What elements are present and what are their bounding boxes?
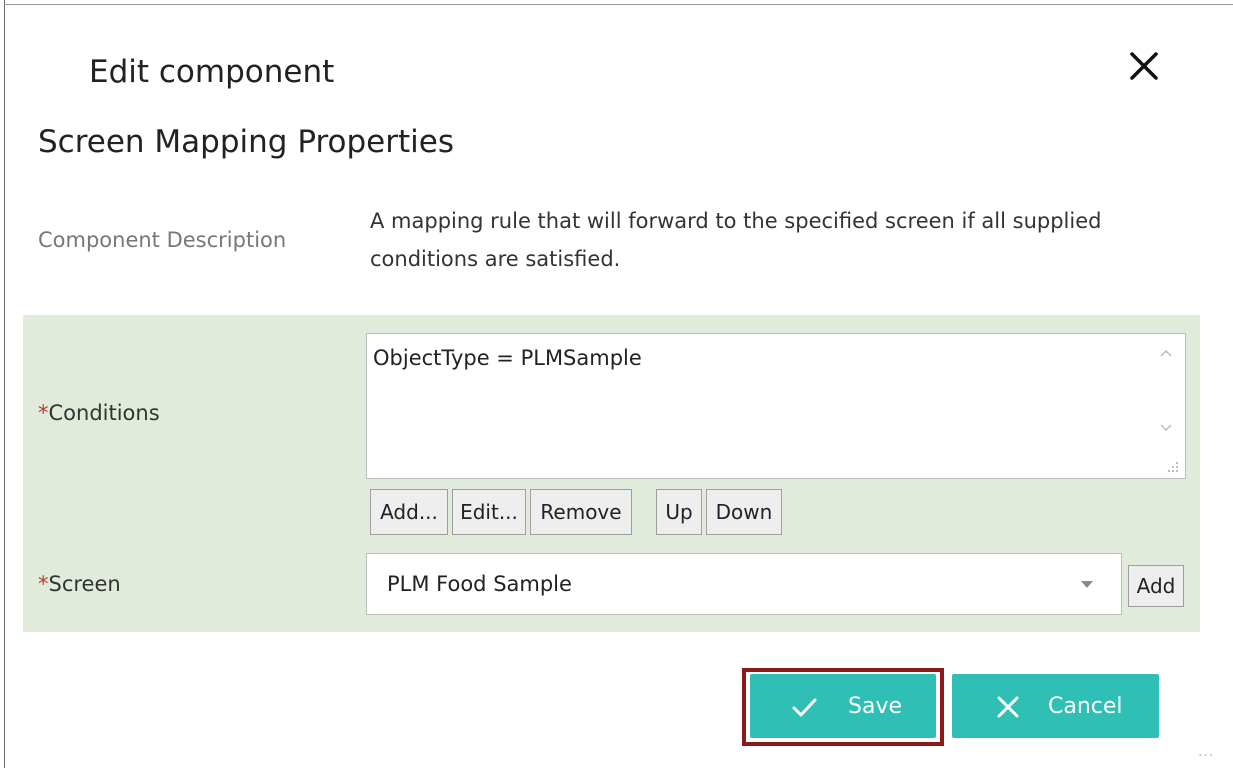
- component-description-label: Component Description: [38, 228, 287, 252]
- edit-condition-button[interactable]: Edit...: [452, 489, 526, 535]
- scroll-up-icon[interactable]: [1156, 343, 1176, 363]
- conditions-label-text: Conditions: [48, 401, 160, 425]
- resize-grip-icon[interactable]: [1164, 458, 1180, 474]
- check-icon: [792, 698, 817, 717]
- remove-condition-button[interactable]: Remove: [530, 489, 632, 535]
- chevron-down-icon: [1081, 581, 1093, 588]
- cancel-label: Cancel: [1048, 694, 1123, 719]
- close-button[interactable]: [1122, 44, 1166, 88]
- move-up-button[interactable]: Up: [656, 489, 702, 535]
- required-marker: *: [38, 401, 49, 425]
- conditions-label: *Conditions: [38, 401, 160, 425]
- save-button[interactable]: Save: [750, 674, 936, 738]
- scroll-down-icon[interactable]: [1156, 418, 1176, 438]
- screen-select[interactable]: PLM Food Sample: [366, 553, 1122, 615]
- screen-label: *Screen: [38, 572, 121, 596]
- screen-select-value: PLM Food Sample: [387, 572, 572, 596]
- dialog-resize-grip[interactable]: ...: [1198, 744, 1214, 760]
- save-label: Save: [848, 694, 903, 719]
- dialog-border-top: [4, 4, 1233, 5]
- section-title: Screen Mapping Properties: [38, 124, 454, 160]
- add-condition-button[interactable]: Add...: [370, 489, 448, 535]
- dialog-title: Edit component: [89, 54, 335, 90]
- component-description-text: A mapping rule that will forward to the …: [370, 209, 1102, 271]
- move-down-button[interactable]: Down: [706, 489, 782, 535]
- cancel-button[interactable]: Cancel: [952, 674, 1159, 738]
- screen-label-text: Screen: [48, 572, 121, 596]
- required-marker: *: [38, 572, 49, 596]
- add-screen-button[interactable]: Add: [1128, 565, 1184, 607]
- close-icon: [1130, 52, 1158, 80]
- edit-component-dialog: Edit component Screen Mapping Properties…: [0, 0, 1233, 768]
- conditions-textarea[interactable]: ObjectType = PLMSample: [366, 333, 1186, 479]
- x-icon: [997, 696, 1019, 718]
- dialog-border: [4, 0, 5, 768]
